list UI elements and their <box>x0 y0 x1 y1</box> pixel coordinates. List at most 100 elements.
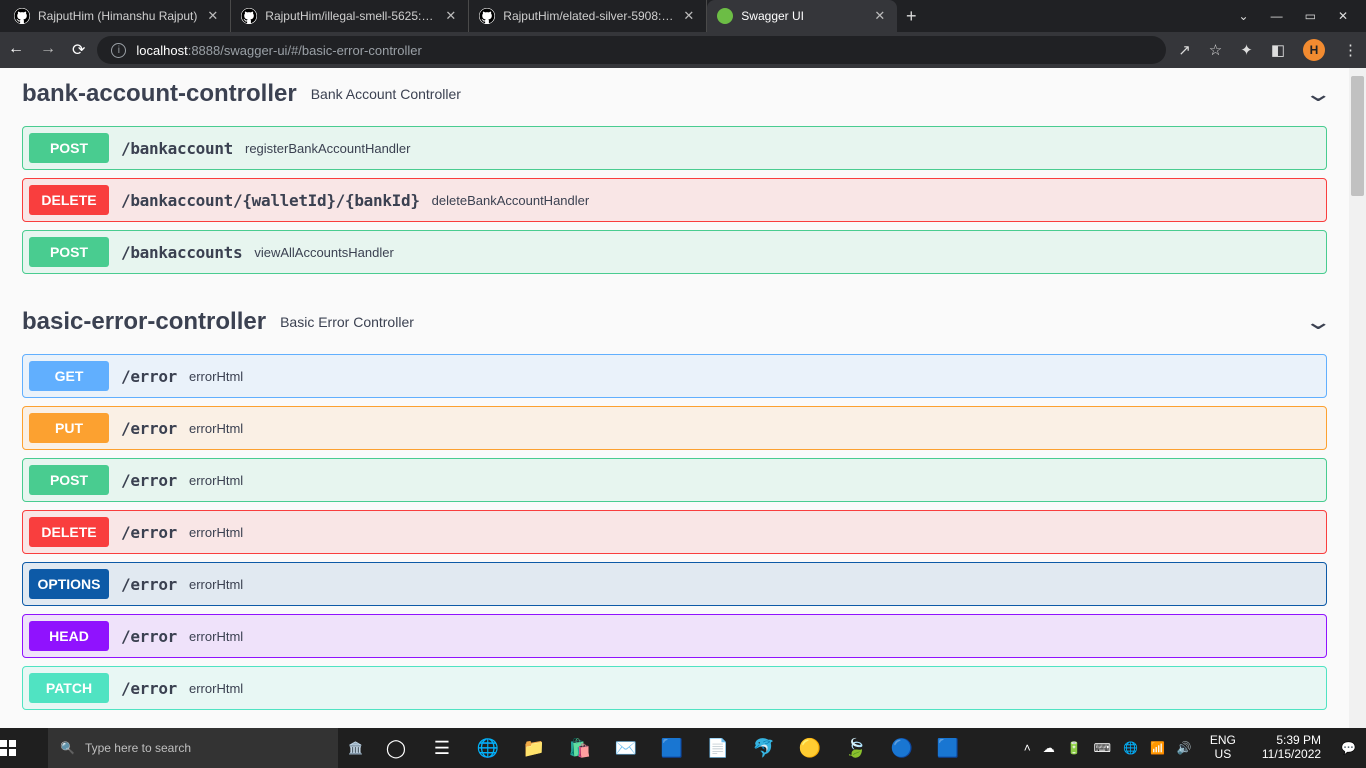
swagger-tag-header[interactable]: bank-account-controller Bank Account Cont… <box>22 68 1327 118</box>
window-maximize-button[interactable]: ▭ <box>1305 9 1316 23</box>
swagger-tag-header[interactable]: basic-error-controller Basic Error Contro… <box>22 296 1327 346</box>
taskbar-clock[interactable]: 5:39 PM 11/15/2022 <box>1254 734 1329 762</box>
taskbar-search[interactable]: 🔍 Type here to search <box>48 728 338 768</box>
browser-tab[interactable]: RajputHim/elated-silver-5908: On ✕ <box>469 0 707 32</box>
ms-store-icon[interactable]: 🛍️ <box>557 728 603 768</box>
lang-primary: ENG <box>1210 734 1236 748</box>
chevron-down-icon[interactable]: ⌄ <box>1303 309 1333 335</box>
volume-icon[interactable]: 🔊 <box>1177 741 1192 755</box>
operation-summary: errorHtml <box>189 525 243 540</box>
operation-summary: errorHtml <box>189 629 243 644</box>
browser-tab[interactable]: RajputHim (Himanshu Rajput)✕ <box>4 0 231 32</box>
spring-icon[interactable]: 🍃 <box>833 728 879 768</box>
github-favicon-icon <box>14 8 30 24</box>
chrome-alt-icon[interactable]: 🔵 <box>879 728 925 768</box>
language-indicator[interactable]: ENG US <box>1204 734 1242 762</box>
browser-tab[interactable]: Swagger UI ✕ <box>707 0 897 32</box>
window-close-button[interactable]: ✕ <box>1338 9 1348 23</box>
tab-close-icon[interactable]: ✕ <box>205 8 220 24</box>
vscode-icon[interactable]: 🟦 <box>649 728 695 768</box>
share-icon[interactable]: ↗ <box>1178 41 1191 59</box>
notifications-icon[interactable]: 💬 <box>1341 741 1356 755</box>
browser-menu-icon[interactable]: ⋮ <box>1343 41 1358 59</box>
operation-path: /bankaccount/{walletId}/{bankId} <box>121 191 420 210</box>
operation-summary: errorHtml <box>189 473 243 488</box>
tab-close-icon[interactable]: ✕ <box>681 8 696 24</box>
browser-tab-strip: RajputHim (Himanshu Rajput)✕RajputHim/il… <box>0 0 1366 32</box>
side-panel-icon[interactable]: ◧ <box>1271 41 1285 59</box>
system-tray: ˄ ☁ 🔋 ⌨ 🌐 📶 🔊 ENG US 5:39 PM 11/15/2022 … <box>1014 734 1366 762</box>
swagger-operation[interactable]: POST/bankaccountsviewAllAccountsHandler <box>22 230 1327 274</box>
swagger-operation[interactable]: POST/errorerrorHtml <box>22 458 1327 502</box>
http-method-badge: POST <box>29 133 109 163</box>
swagger-operation[interactable]: DELETE/bankaccount/{walletId}/{bankId}de… <box>22 178 1327 222</box>
operation-path: /error <box>121 367 177 386</box>
tab-title: RajputHim/elated-silver-5908: On <box>503 9 673 23</box>
swagger-operation[interactable]: PATCH/errorerrorHtml <box>22 666 1327 710</box>
zoom-icon[interactable]: 🟦 <box>925 728 971 768</box>
edge-icon[interactable]: 🌐 <box>465 728 511 768</box>
chrome-icon[interactable]: 🟡 <box>787 728 833 768</box>
start-button[interactable] <box>0 740 48 756</box>
taskbar-weather[interactable]: 🏛️ <box>338 741 373 755</box>
github-favicon-icon <box>241 8 257 24</box>
operation-path: /error <box>121 471 177 490</box>
window-controls: ⌄ — ▭ ✕ <box>1221 0 1366 32</box>
wifi-icon[interactable]: 📶 <box>1150 741 1165 755</box>
window-drop-icon[interactable]: ⌄ <box>1239 9 1249 23</box>
windows-taskbar: 🔍 Type here to search 🏛️ ◯ ☰ 🌐 📁 🛍️ ✉️ 🟦… <box>0 728 1366 768</box>
bookmark-star-icon[interactable]: ☆ <box>1209 41 1222 59</box>
http-method-badge: PUT <box>29 413 109 443</box>
operation-summary: errorHtml <box>189 681 243 696</box>
operation-summary: errorHtml <box>189 577 243 592</box>
clock-time: 5:39 PM <box>1262 734 1321 748</box>
swagger-operation[interactable]: OPTIONS/errorerrorHtml <box>22 562 1327 606</box>
file-explorer-icon[interactable]: 📁 <box>511 728 557 768</box>
extensions-icon[interactable]: ✦ <box>1240 41 1253 59</box>
http-method-badge: OPTIONS <box>29 569 109 599</box>
new-tab-button[interactable]: + <box>897 0 925 32</box>
forward-button[interactable]: → <box>40 40 56 60</box>
notepad-icon[interactable]: 📄 <box>695 728 741 768</box>
task-view-button[interactable]: ◯ <box>373 728 419 768</box>
swagger-tag-description: Basic Error Controller <box>280 314 414 330</box>
github-favicon-icon <box>479 8 495 24</box>
swagger-tag-name: basic-error-controller <box>22 308 266 336</box>
window-minimize-button[interactable]: — <box>1271 9 1283 23</box>
onedrive-icon[interactable]: ☁ <box>1043 741 1055 755</box>
back-button[interactable]: ← <box>8 40 24 60</box>
swagger-operation[interactable]: HEAD/error errorHtml <box>22 614 1327 658</box>
site-info-icon[interactable]: i <box>111 43 126 58</box>
reload-button[interactable]: ⟳ <box>72 40 85 60</box>
vertical-scrollbar[interactable] <box>1349 68 1366 728</box>
mail-icon[interactable]: ✉️ <box>603 728 649 768</box>
tab-title: Swagger UI <box>741 9 864 23</box>
tab-close-icon[interactable]: ✕ <box>443 8 458 24</box>
swagger-operation[interactable]: DELETE/errorerrorHtml <box>22 510 1327 554</box>
swagger-favicon-icon <box>717 8 733 24</box>
address-bar[interactable]: i localhost:8888/swagger-ui/#/basic-erro… <box>97 36 1166 64</box>
swagger-tag-description: Bank Account Controller <box>311 86 461 102</box>
swagger-operation[interactable]: PUT/errorerrorHtml <box>22 406 1327 450</box>
touchpad-icon[interactable]: ⌨ <box>1094 741 1111 755</box>
mysql-icon[interactable]: 🐬 <box>741 728 787 768</box>
scrollbar-thumb[interactable] <box>1351 76 1364 196</box>
page-viewport: bank-account-controller Bank Account Cont… <box>0 68 1366 728</box>
operation-path: /bankaccounts <box>121 243 242 262</box>
tab-title: RajputHim/illegal-smell-5625: Ha <box>265 9 435 23</box>
tray-overflow-icon[interactable]: ˄ <box>1024 741 1031 755</box>
tab-close-icon[interactable]: ✕ <box>872 8 887 24</box>
lang-secondary: US <box>1210 748 1236 762</box>
browser-tab[interactable]: RajputHim/illegal-smell-5625: Ha ✕ <box>231 0 469 32</box>
swagger-operation[interactable]: POST/bankaccountregisterBankAccountHandl… <box>22 126 1327 170</box>
network-icon[interactable]: 🌐 <box>1123 741 1138 755</box>
operation-path: /error <box>121 627 177 646</box>
http-method-badge: GET <box>29 361 109 391</box>
chevron-down-icon[interactable]: ⌄ <box>1303 81 1333 107</box>
profile-avatar[interactable]: H <box>1303 39 1325 61</box>
taskbar-item[interactable]: ☰ <box>419 728 465 768</box>
battery-icon[interactable]: 🔋 <box>1067 741 1082 755</box>
http-method-badge: HEAD <box>29 621 109 651</box>
swagger-operation[interactable]: GET/errorerrorHtml <box>22 354 1327 398</box>
swagger-tag-name: bank-account-controller <box>22 80 297 108</box>
